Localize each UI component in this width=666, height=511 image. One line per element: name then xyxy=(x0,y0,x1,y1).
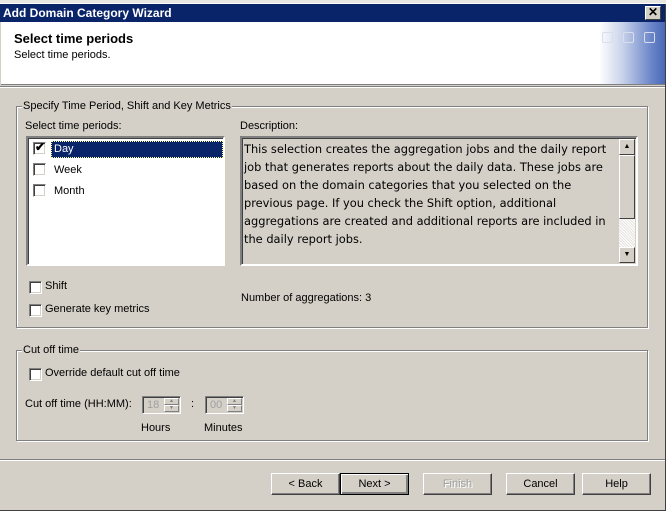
wizard-window: Add Domain Category Wizard ✕ Select time… xyxy=(0,0,666,511)
list-item-label: Day xyxy=(51,141,223,158)
page-subtitle: Select time periods. xyxy=(14,49,111,61)
spin-up-icon: ▲ xyxy=(169,398,174,404)
decorative-square-icon xyxy=(623,32,634,43)
back-button[interactable]: < Back xyxy=(271,473,340,495)
minutes-spinner[interactable]: 00 ▲ ▼ xyxy=(205,396,244,414)
list-item-week[interactable]: Week xyxy=(30,160,223,180)
list-item-month[interactable]: Month xyxy=(30,181,223,201)
hours-spinner[interactable]: 18 ▲ ▼ xyxy=(142,396,181,414)
description-textbox[interactable]: This selection creates the aggregation j… xyxy=(240,136,638,266)
month-checkbox[interactable] xyxy=(33,184,46,197)
week-checkbox[interactable] xyxy=(33,163,46,176)
finish-button[interactable]: Finish xyxy=(423,473,492,495)
spin-up-icon: ▲ xyxy=(232,398,237,404)
generate-key-metrics-label[interactable]: Generate key metrics xyxy=(45,303,150,315)
list-item-day[interactable]: ✔ Day xyxy=(30,139,223,159)
minutes-up-button[interactable]: ▲ xyxy=(227,398,242,405)
hours-up-button[interactable]: ▲ xyxy=(164,398,179,405)
aggregations-count: Number of aggregations: 3 xyxy=(241,292,372,304)
day-checkbox[interactable]: ✔ xyxy=(33,140,46,155)
cancel-button[interactable]: Cancel xyxy=(506,473,575,495)
time-periods-listbox[interactable]: ✔ Day Week Month xyxy=(26,136,225,266)
scroll-thumb[interactable] xyxy=(619,155,635,219)
spin-down-icon: ▼ xyxy=(232,405,237,411)
description-text: This selection creates the aggregation j… xyxy=(244,142,607,246)
shift-label[interactable]: Shift xyxy=(45,280,67,292)
hours-caption: Hours xyxy=(141,422,171,434)
scroll-up-icon: ▲ xyxy=(623,143,631,150)
hours-value: 18 xyxy=(147,399,160,411)
window-title: Add Domain Category Wizard xyxy=(3,6,172,20)
wizard-header: Select time periods Select time periods. xyxy=(1,22,665,85)
scroll-up-button[interactable]: ▲ xyxy=(619,139,635,155)
minutes-value: 00 xyxy=(210,399,223,411)
close-icon: ✕ xyxy=(647,5,659,19)
header-divider xyxy=(0,86,665,88)
description-scrollbar[interactable]: ▲ ▼ xyxy=(619,139,635,263)
check-icon: ✔ xyxy=(35,140,46,154)
generate-key-metrics-checkbox[interactable] xyxy=(29,304,42,317)
help-button[interactable]: Help xyxy=(582,473,651,495)
next-button[interactable]: Next > xyxy=(340,473,409,495)
shift-checkbox[interactable] xyxy=(29,281,42,294)
close-button[interactable]: ✕ xyxy=(645,6,661,20)
minutes-caption: Minutes xyxy=(204,422,243,434)
select-periods-label: Select time periods: xyxy=(25,120,122,132)
scroll-down-button[interactable]: ▼ xyxy=(619,247,635,263)
scroll-down-icon: ▼ xyxy=(623,251,631,258)
override-cutoff-label[interactable]: Override default cut off time xyxy=(45,367,180,379)
list-item-label: Week xyxy=(54,164,82,176)
cutoff-time-group: Cut off time xyxy=(16,344,648,441)
override-cutoff-checkbox[interactable] xyxy=(29,368,42,381)
time-separator: : xyxy=(191,398,195,410)
cutoff-time-label: Cut off time (HH:MM): xyxy=(25,398,132,410)
title-bar: Add Domain Category Wizard ✕ xyxy=(0,4,665,22)
page-title: Select time periods xyxy=(14,31,134,46)
hours-down-button[interactable]: ▼ xyxy=(164,405,179,412)
description-label: Description: xyxy=(240,120,299,132)
list-item-label: Month xyxy=(54,185,85,197)
decorative-square-icon xyxy=(644,32,655,43)
decorative-square-icon xyxy=(602,32,613,43)
time-period-group-legend: Specify Time Period, Shift and Key Metri… xyxy=(22,100,232,113)
minutes-down-button[interactable]: ▼ xyxy=(227,405,242,412)
footer-divider xyxy=(0,459,665,461)
spin-down-icon: ▼ xyxy=(169,405,174,411)
cutoff-time-group-legend: Cut off time xyxy=(22,344,81,357)
